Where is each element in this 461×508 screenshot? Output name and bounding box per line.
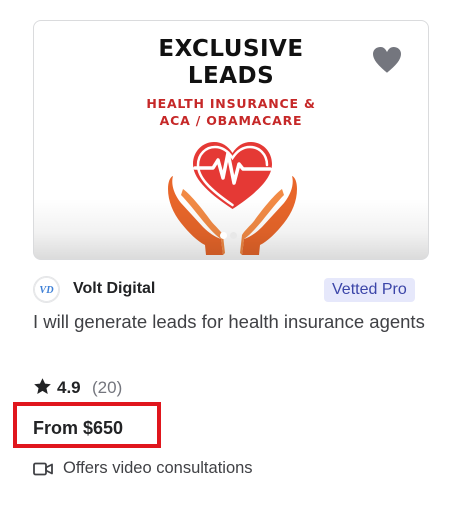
- video-consultation-label: Offers video consultations: [63, 459, 253, 477]
- heart-icon[interactable]: [369, 43, 405, 79]
- seller-name[interactable]: Volt Digital: [73, 280, 155, 298]
- carousel-dots: [220, 226, 240, 244]
- gig-title[interactable]: I will generate leads for health insuran…: [33, 307, 429, 337]
- rating-count: (20): [92, 378, 123, 397]
- thumbnail-subtitle-line1: HEALTH INSURANCE &: [146, 96, 316, 111]
- seller-row: VD Volt Digital Vetted Pro: [33, 276, 429, 304]
- gig-thumbnail[interactable]: EXCLUSIVE LEADS HEALTH INSURANCE & ACA /…: [33, 20, 429, 260]
- video-camera-icon: [33, 462, 53, 476]
- seller-avatar-text: VD: [39, 285, 54, 296]
- price-label: From $650: [33, 418, 124, 438]
- carousel-dot[interactable]: [230, 232, 237, 239]
- star-icon: [34, 378, 51, 394]
- vetted-pro-badge: Vetted Pro: [324, 278, 415, 302]
- carousel-dot[interactable]: [220, 232, 227, 239]
- seller-avatar[interactable]: VD: [33, 276, 60, 303]
- rating-value: 4.9: [57, 378, 81, 397]
- thumbnail-subtitle-line2: ACA / OBAMACARE: [159, 113, 303, 128]
